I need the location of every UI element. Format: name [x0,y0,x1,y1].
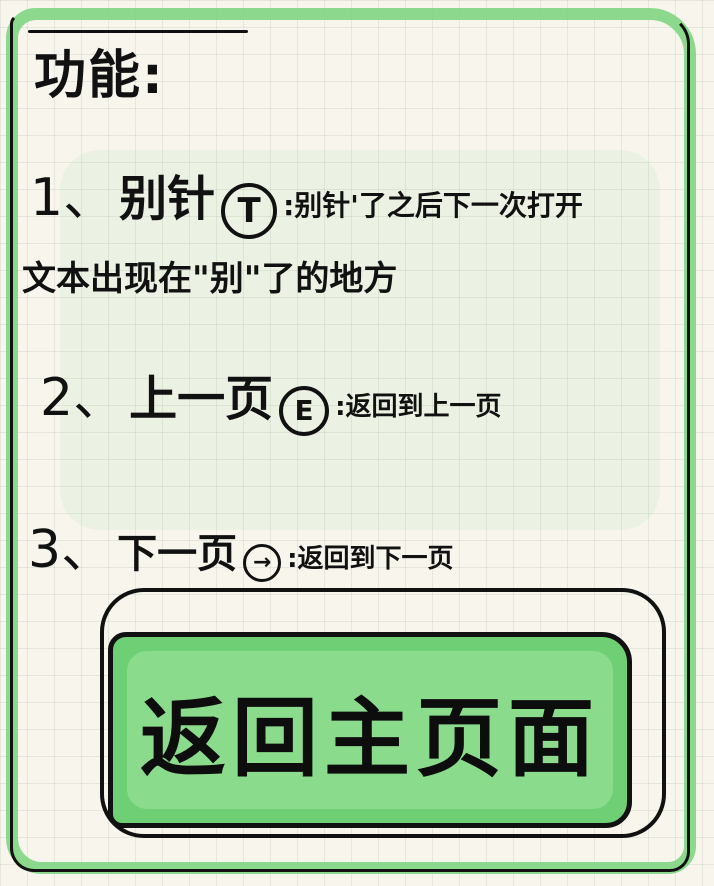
return-home-button[interactable]: 返回主页面 [108,632,632,828]
next-page-key-icon[interactable]: → [243,543,282,582]
item-number: 2、 [40,368,126,428]
item-number: 3、 [28,520,114,580]
item-description: :返回到上一页 [335,392,502,422]
feature-help-page: 功能: 1、别针 T:别针'了之后下一次打开 文本出现在"别"了的地方 2、上一页… [0,0,714,886]
previous-page-key-icon[interactable]: E [279,385,330,436]
item-label: 下一页 [117,531,238,577]
item-number: 1、 [30,168,116,228]
item-label: 别针 [119,171,216,227]
feature-item-next-page: 3、 下一页 →:返回到下一页 [28,524,454,582]
page-title: 功能: [34,46,165,106]
top-ink-stroke [28,30,248,33]
item-label: 上一页 [129,371,274,427]
feature-item-pin-continued: 文本出现在"别"了的地方 [22,262,397,296]
feature-item-previous-page: 2、上一页 E:返回到上一页 [40,372,502,436]
item-description-continued: 文本出现在"别"了的地方 [22,259,398,299]
pin-key-icon[interactable]: T [221,182,278,239]
item-description: :别针'了之后下一次打开 [283,189,583,222]
feature-item-pin: 1、别针 T:别针'了之后下一次打开 [30,172,583,239]
home-button-label: 返回主页面 [140,688,600,789]
item-description: :返回到下一页 [287,544,454,574]
